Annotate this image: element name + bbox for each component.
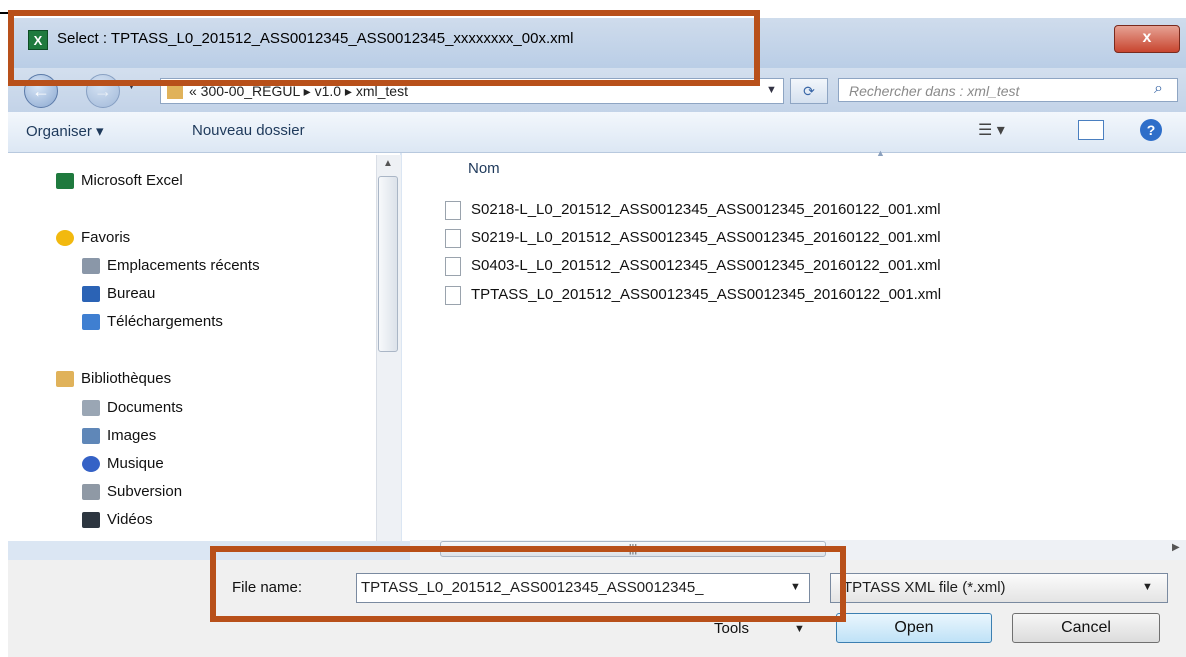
command-toolbar bbox=[8, 112, 1186, 153]
xml-file-icon bbox=[445, 256, 461, 276]
column-header-nom[interactable]: Nom bbox=[468, 160, 500, 177]
videos-icon bbox=[82, 512, 100, 529]
sidebar-item-videos[interactable]: Vidéos bbox=[82, 509, 153, 531]
close-button[interactable]: x bbox=[1114, 25, 1180, 53]
organise-button[interactable]: Organiser ▾ bbox=[26, 122, 104, 140]
list-item[interactable]: S0218-L_L0_201512_ASS0012345_ASS0012345_… bbox=[445, 199, 941, 221]
file-type-select[interactable]: TPTASS XML file (*.xml) bbox=[830, 573, 1168, 603]
preview-pane-icon[interactable] bbox=[1078, 120, 1104, 140]
downloads-icon bbox=[82, 314, 100, 331]
search-input[interactable]: Rechercher dans : xml_test bbox=[838, 78, 1178, 102]
list-item[interactable]: TPTASS_L0_201512_ASS0012345_ASS0012345_2… bbox=[445, 284, 941, 306]
sort-indicator-icon: ▲ bbox=[876, 148, 885, 158]
documents-icon bbox=[82, 400, 100, 417]
list-item[interactable]: S0219-L_L0_201512_ASS0012345_ASS0012345_… bbox=[445, 227, 941, 249]
cancel-button[interactable]: Cancel bbox=[1012, 613, 1160, 643]
scroll-up-icon[interactable]: ▲ bbox=[383, 158, 393, 169]
sidebar-scroll-thumb[interactable] bbox=[378, 176, 398, 352]
sidebar-item-subversion[interactable]: Subversion bbox=[82, 481, 182, 503]
sidebar-item-telechargements[interactable]: Téléchargements bbox=[82, 311, 223, 333]
highlight-box-title bbox=[8, 10, 760, 86]
highlight-box-file-name bbox=[210, 546, 846, 622]
sidebar-item-bibliotheques[interactable]: Bibliothèques bbox=[56, 368, 171, 390]
xml-file-icon bbox=[445, 228, 461, 248]
sidebar-item-images[interactable]: Images bbox=[82, 425, 156, 447]
music-icon bbox=[82, 456, 100, 473]
sidebar-item-favoris[interactable]: Favoris bbox=[56, 227, 130, 249]
search-icon[interactable]: ⌕ bbox=[1154, 80, 1163, 98]
address-dropdown-icon[interactable]: ▼ bbox=[766, 84, 777, 96]
recent-places-icon bbox=[82, 258, 100, 275]
scroll-right-icon[interactable]: ▶ bbox=[1172, 542, 1180, 553]
xml-file-icon bbox=[445, 285, 461, 305]
sidebar-item-microsoft-excel[interactable]: Microsoft Excel bbox=[56, 170, 183, 192]
subversion-icon bbox=[82, 484, 100, 501]
view-options-icon[interactable]: ☰ ▾ bbox=[978, 120, 1005, 140]
desktop-icon bbox=[82, 286, 100, 303]
open-button[interactable]: Open bbox=[836, 613, 992, 643]
list-item[interactable]: S0403-L_L0_201512_ASS0012345_ASS0012345_… bbox=[445, 255, 941, 277]
sidebar-item-bureau[interactable]: Bureau bbox=[82, 283, 155, 305]
navigation-pane bbox=[8, 153, 400, 541]
images-icon bbox=[82, 428, 100, 445]
star-icon bbox=[56, 230, 74, 247]
sidebar-item-emplacements-recents[interactable]: Emplacements récents bbox=[82, 255, 260, 277]
folder-icon bbox=[167, 85, 183, 100]
refresh-button[interactable]: ⟳ bbox=[790, 78, 828, 104]
tools-dropdown-icon[interactable]: ▼ bbox=[794, 623, 805, 635]
file-type-dropdown-icon[interactable]: ▼ bbox=[1142, 581, 1153, 593]
sidebar-item-documents[interactable]: Documents bbox=[82, 397, 183, 419]
refresh-icon: ⟳ bbox=[803, 83, 815, 99]
libraries-icon bbox=[56, 371, 74, 388]
new-folder-button[interactable]: Nouveau dossier bbox=[192, 122, 305, 139]
help-icon[interactable]: ? bbox=[1140, 119, 1162, 141]
tools-button[interactable]: Tools bbox=[714, 620, 749, 637]
excel-icon bbox=[56, 173, 74, 190]
xml-file-icon bbox=[445, 200, 461, 220]
sidebar-item-musique[interactable]: Musique bbox=[82, 453, 164, 475]
